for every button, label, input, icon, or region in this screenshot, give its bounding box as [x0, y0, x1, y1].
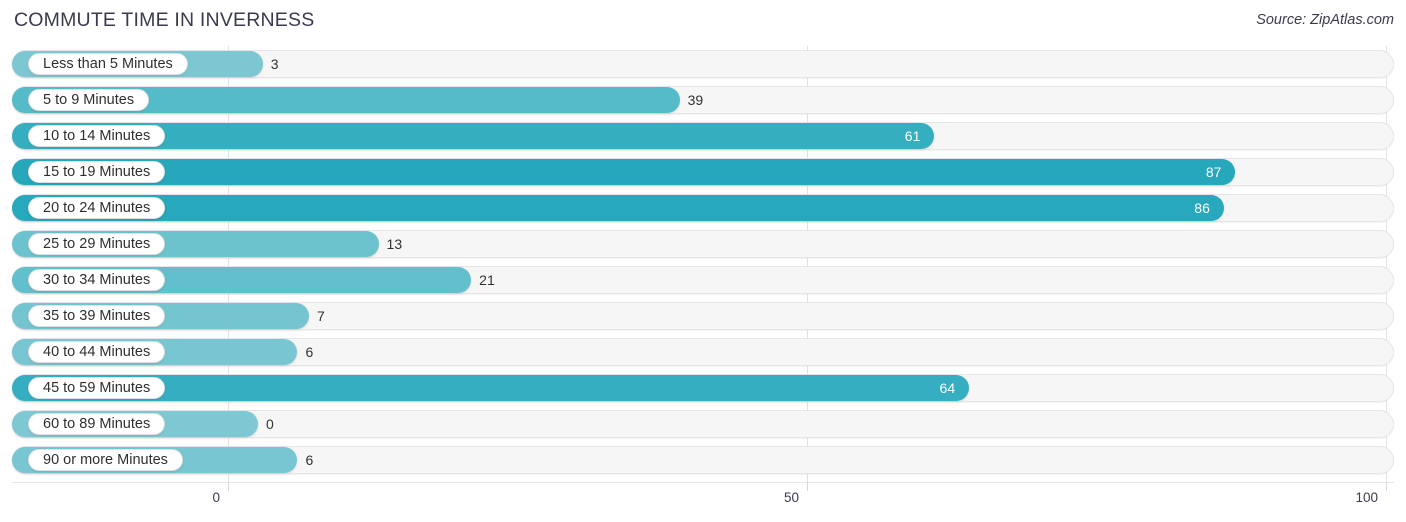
bar-category-text: 5 to 9 Minutes	[43, 91, 135, 108]
bar-value-label: 7	[317, 308, 325, 324]
x-tick	[807, 482, 808, 491]
bar-category-label: 10 to 14 Minutes	[28, 125, 166, 147]
x-tick	[1386, 482, 1387, 491]
bar-category-label: 30 to 34 Minutes	[28, 269, 166, 291]
bar-row[interactable]: 10 to 14 Minutes 61	[0, 121, 1406, 151]
bar-category-label: 5 to 9 Minutes	[28, 89, 150, 111]
bar-category-label: Less than 5 Minutes	[28, 53, 188, 75]
bar-category-text: 35 to 39 Minutes	[43, 307, 151, 324]
bar-value-label: 39	[687, 92, 704, 108]
bar-category-text: Less than 5 Minutes	[43, 55, 173, 72]
bar-category-text: 15 to 19 Minutes	[43, 163, 151, 180]
bar-category-label: 90 or more Minutes	[28, 449, 183, 471]
bar-row[interactable]: 40 to 44 Minutes 6	[0, 337, 1406, 367]
bar-value-label: 61	[904, 128, 921, 144]
bar-category-text: 45 to 59 Minutes	[43, 379, 151, 396]
page-title: COMMUTE TIME IN INVERNESS	[14, 9, 315, 31]
bar-row[interactable]: 25 to 29 Minutes 13	[0, 229, 1406, 259]
bar-row[interactable]: 20 to 24 Minutes 86	[0, 193, 1406, 223]
bar-category-text: 10 to 14 Minutes	[43, 127, 151, 144]
bar-row[interactable]: 35 to 39 Minutes 7	[0, 301, 1406, 331]
bar-value-label: 6	[305, 344, 314, 360]
plot-area: Less than 5 Minutes 3 5 to 9 Minutes 39 10 t…	[0, 46, 1406, 482]
x-tick	[228, 482, 229, 491]
bar-category-label: 20 to 24 Minutes	[28, 197, 166, 219]
bar-value-label: 13	[386, 236, 403, 252]
bar-rows: Less than 5 Minutes 3 5 to 9 Minutes 39 10 t…	[0, 46, 1406, 482]
x-tick-label: 50	[783, 490, 799, 505]
x-tick-label: 0	[212, 490, 220, 505]
bar-value-label: 21	[479, 272, 495, 288]
bar-category-label: 15 to 19 Minutes	[28, 161, 166, 183]
bar-category-text: 90 or more Minutes	[43, 451, 168, 468]
bar-category-text: 20 to 24 Minutes	[43, 199, 151, 216]
bar-value-label: 64	[939, 380, 956, 396]
x-axis-line	[12, 482, 1394, 483]
bar-category-label: 35 to 39 Minutes	[28, 305, 166, 327]
bar-row[interactable]: Less than 5 Minutes 3	[0, 49, 1406, 79]
bar-value-label: 6	[305, 452, 314, 468]
bar-category-label: 45 to 59 Minutes	[28, 377, 166, 399]
bar-category-text: 40 to 44 Minutes	[43, 343, 151, 360]
bar-row[interactable]: 90 or more Minutes 6	[0, 445, 1406, 475]
bar-value-label: 87	[1205, 164, 1222, 180]
bar-category-label: 60 to 89 Minutes	[28, 413, 166, 435]
chart-header: COMMUTE TIME IN INVERNESS Source: ZipAtl…	[0, 0, 1406, 44]
bar-value-label: 86	[1194, 200, 1210, 216]
bar-value-label: 0	[266, 416, 274, 432]
bar-row[interactable]: 5 to 9 Minutes 39	[0, 85, 1406, 115]
bar-category-text: 25 to 29 Minutes	[43, 235, 151, 252]
bar-category-text: 60 to 89 Minutes	[43, 415, 151, 432]
bar-category-label: 40 to 44 Minutes	[28, 341, 166, 363]
bar-row[interactable]: 60 to 89 Minutes 0	[0, 409, 1406, 439]
bar-fill	[12, 159, 1236, 185]
bar-value-label: 3	[270, 56, 279, 72]
source-attribution: Source: ZipAtlas.com	[1256, 12, 1394, 28]
bar-fill	[12, 195, 1224, 221]
chart-root: COMMUTE TIME IN INVERNESS Source: ZipAtl…	[0, 0, 1406, 522]
bar-row[interactable]: 15 to 19 Minutes 87	[0, 157, 1406, 187]
bar-category-text: 30 to 34 Minutes	[43, 271, 151, 288]
bar-category-label: 25 to 29 Minutes	[28, 233, 166, 255]
x-axis: 0 50 100	[0, 482, 1406, 522]
bar-row[interactable]: 30 to 34 Minutes 21	[0, 265, 1406, 295]
x-tick-label: 100	[1355, 490, 1378, 505]
bar-row[interactable]: 45 to 59 Minutes 64	[0, 373, 1406, 403]
